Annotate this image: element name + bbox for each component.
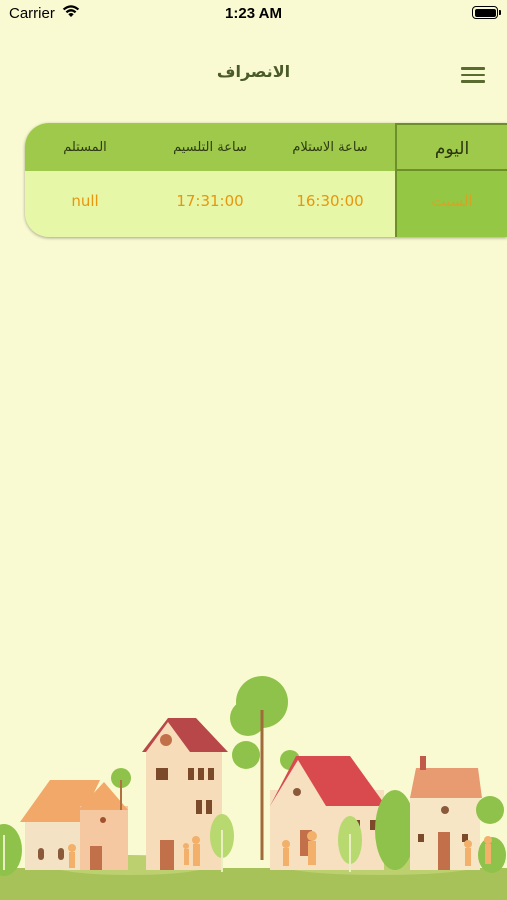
day-header-cell: اليوم bbox=[397, 123, 507, 171]
status-bar: Carrier 1:23 AM bbox=[0, 0, 507, 28]
status-time: 1:23 AM bbox=[225, 5, 282, 22]
header-receiver: المستلم bbox=[63, 140, 107, 155]
cell-delivery-time: 17:31:00 bbox=[176, 192, 244, 210]
cell-receiver: null bbox=[71, 192, 99, 210]
battery-icon bbox=[472, 6, 501, 19]
village-illustration bbox=[0, 676, 507, 900]
attendance-table: المستلم ساعة التلسيم ساعة الاستلام null … bbox=[25, 123, 507, 237]
header-delivery-time: ساعة التلسيم bbox=[173, 140, 247, 155]
page-title: الانصراف bbox=[216, 62, 291, 81]
cell-receipt-time: 16:30:00 bbox=[296, 192, 364, 210]
cell-day: السبت bbox=[431, 192, 473, 210]
header-receipt-time: ساعة الاستلام bbox=[292, 140, 368, 155]
day-value-cell: السبت bbox=[397, 171, 507, 237]
header-day: اليوم bbox=[434, 139, 470, 159]
hamburger-menu-icon[interactable] bbox=[461, 67, 485, 83]
day-column: اليوم السبت bbox=[395, 123, 507, 237]
